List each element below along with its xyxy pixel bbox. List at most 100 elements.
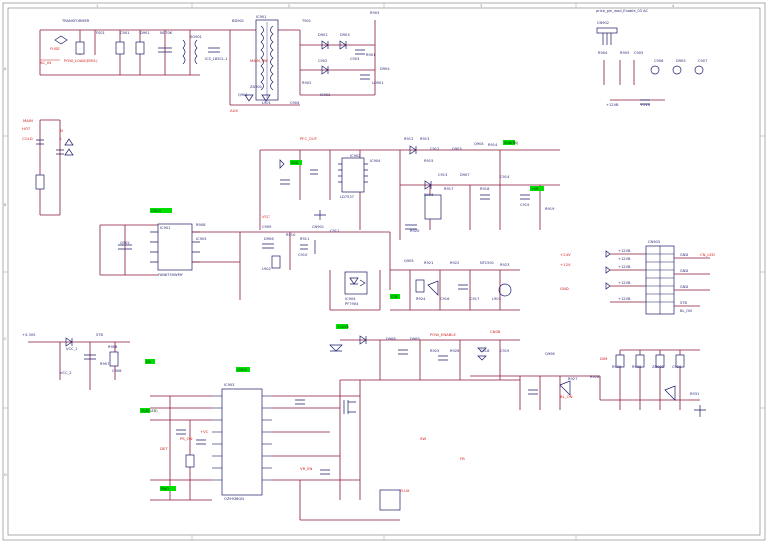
net-label: VCC bbox=[262, 214, 270, 219]
svg-text:BL_ON: BL_ON bbox=[680, 309, 692, 313]
svg-text:GND: GND bbox=[680, 269, 688, 273]
component-label: C907 bbox=[698, 59, 707, 63]
component-label: R923 bbox=[500, 263, 509, 267]
test-points-top-right bbox=[603, 60, 704, 105]
green-flags: CNO3 SND(BS) +VR STB +12VB CNO3 DA SND(L… bbox=[140, 140, 544, 491]
svg-text:4: 4 bbox=[672, 4, 674, 8]
component-label: R924 bbox=[416, 297, 426, 301]
component-label: LD901 bbox=[372, 81, 384, 85]
ic901-part: FAN6755WMY bbox=[158, 273, 184, 277]
svg-text:+VC: +VC bbox=[200, 429, 209, 434]
svg-text:B: B bbox=[4, 203, 7, 207]
ic904-name: IC904 bbox=[345, 297, 356, 301]
component-label: C911 bbox=[330, 229, 339, 233]
cn903-connector: CN903 +12VB +12VB +12VB +12VB +12VB GND … bbox=[605, 240, 710, 315]
component-label: C903 bbox=[350, 57, 359, 61]
component-label: T901 bbox=[301, 19, 311, 23]
component-label: IC903 bbox=[196, 237, 206, 241]
svg-text:CNO3: CNO3 bbox=[237, 368, 247, 372]
ic902-name: IC902 bbox=[350, 154, 360, 158]
svg-text:GND: GND bbox=[680, 253, 688, 257]
net-label: +24V bbox=[560, 252, 571, 257]
component-label: D904 bbox=[380, 67, 390, 71]
component-label: L902 bbox=[262, 267, 271, 271]
component-label: C902 bbox=[318, 59, 327, 63]
svg-text:C: C bbox=[4, 337, 7, 341]
svg-text:2: 2 bbox=[288, 4, 290, 8]
component-label: C913 bbox=[438, 173, 447, 177]
net-label: L bbox=[60, 136, 63, 141]
component-label: C906 bbox=[654, 59, 664, 63]
component-label: +5VS bbox=[640, 103, 651, 107]
component-label: VCC_1 bbox=[66, 347, 78, 351]
component-label: R925 bbox=[430, 349, 439, 353]
net-label: SW bbox=[420, 436, 426, 441]
component-label: +12VB bbox=[606, 103, 619, 107]
component-label: +3.3VS bbox=[22, 333, 36, 337]
net-label: FUSE bbox=[50, 46, 60, 51]
component-label: D902 bbox=[318, 33, 328, 37]
svg-text:+12VB: +12VB bbox=[337, 325, 349, 329]
component-label: C909 bbox=[262, 225, 272, 229]
cn902-label: CN902 bbox=[597, 21, 609, 25]
component-label: R912 bbox=[404, 137, 413, 141]
ic903-name: IC903 bbox=[224, 383, 234, 387]
component-label: TRANSFORMER bbox=[61, 19, 90, 23]
component-label: R906 bbox=[108, 345, 118, 349]
svg-text:3: 3 bbox=[480, 4, 482, 8]
net-label: AUX bbox=[230, 108, 238, 113]
component-label: R903 bbox=[370, 11, 379, 15]
net-label: HOT bbox=[22, 126, 31, 131]
component-label: IC902 bbox=[320, 93, 330, 97]
component-label: STB bbox=[96, 333, 103, 337]
component-label: R914 bbox=[488, 143, 498, 147]
component-label: R917 bbox=[444, 187, 453, 191]
net-label: DET bbox=[160, 446, 168, 451]
component-label: C919 bbox=[500, 349, 510, 353]
net-label: BL_ON bbox=[560, 394, 573, 399]
component-label: L901 bbox=[262, 101, 271, 105]
net-label: COLD bbox=[22, 136, 33, 141]
component-label: R918 bbox=[480, 187, 490, 191]
svg-text:+12VB: +12VB bbox=[618, 281, 631, 285]
component-label: R920 bbox=[410, 229, 420, 233]
component-label: D905 bbox=[676, 59, 686, 63]
component-label: R930 bbox=[632, 365, 642, 369]
resistor-bank bbox=[340, 335, 520, 381]
svg-text:FLUX: FLUX bbox=[400, 488, 410, 493]
component-label: IC904 bbox=[370, 159, 381, 163]
component-label: R926 bbox=[450, 349, 460, 353]
component-label: C905 bbox=[634, 51, 643, 55]
component-label: R915 bbox=[424, 159, 433, 163]
component-label: R913 bbox=[420, 137, 429, 141]
svg-text:PWO: PWO bbox=[161, 487, 169, 491]
component-label: D906 bbox=[264, 237, 274, 241]
ic901-name: IC901 bbox=[160, 226, 170, 230]
component-label: D909 bbox=[410, 337, 420, 341]
component-label: D907 bbox=[460, 173, 470, 177]
component-label: R921 bbox=[424, 261, 433, 265]
svg-text:+12VB: +12VB bbox=[618, 257, 631, 261]
svg-text:1: 1 bbox=[96, 4, 98, 8]
svg-text:SND: SND bbox=[291, 161, 299, 165]
component-label: Q905 bbox=[404, 259, 414, 263]
ic904-part: PF7904 bbox=[345, 302, 359, 306]
svg-text:+VR: +VR bbox=[531, 187, 539, 191]
component-label: C917 bbox=[470, 297, 479, 301]
component-label: R928 bbox=[590, 375, 600, 379]
net-label: PS_ON bbox=[180, 436, 193, 441]
svg-text:D: D bbox=[4, 473, 7, 477]
net-label: GND bbox=[560, 286, 569, 291]
svg-text:CNO3: CNO3 bbox=[151, 209, 161, 213]
component-label: R902 bbox=[302, 81, 311, 85]
component-label: R901 bbox=[366, 53, 375, 57]
svg-text:MAIN: MAIN bbox=[23, 118, 33, 123]
net-label: AC_IN bbox=[40, 60, 51, 65]
component-label: R911 bbox=[300, 237, 309, 241]
component-label: C916 bbox=[440, 297, 450, 301]
cn902-connector: CN902 bbox=[596, 21, 618, 45]
component-label: Q906 bbox=[545, 352, 555, 356]
component-label: C920 bbox=[672, 365, 682, 369]
component-label: ZD902 bbox=[652, 365, 664, 369]
component-label: Q901 bbox=[238, 93, 248, 97]
